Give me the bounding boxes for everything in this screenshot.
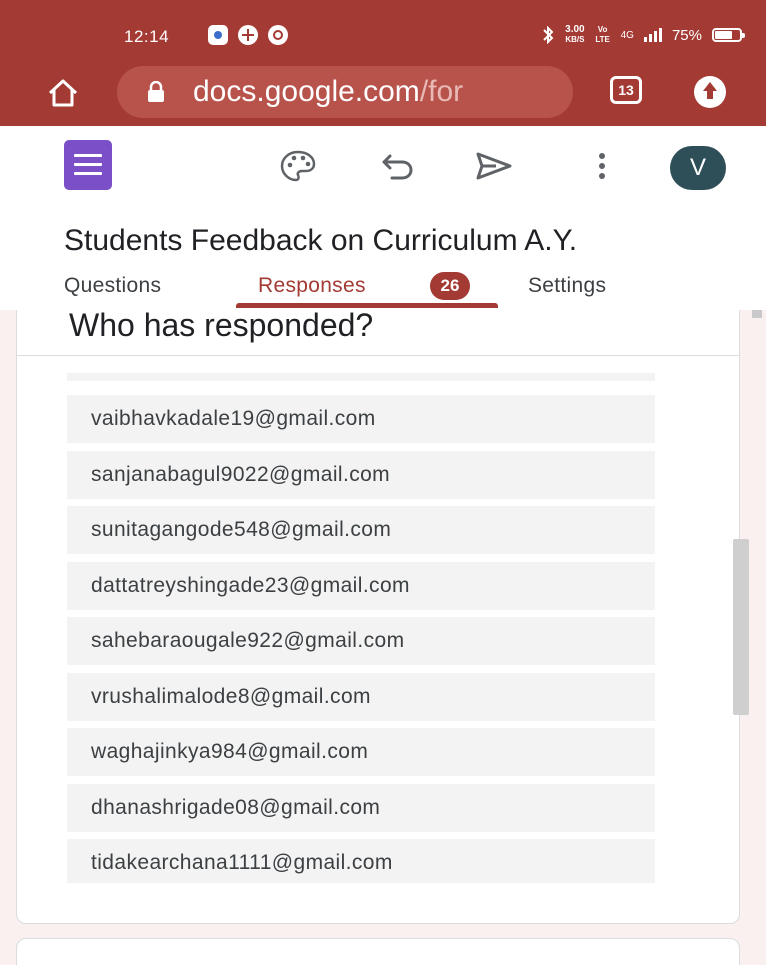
page-scrollbar[interactable] [752,310,762,318]
form-header: Students Feedback on Curriculum A.Y. Que… [0,218,766,310]
responses-content: Who has responded? vaibhavkadale19@gmail… [0,310,766,965]
net-speed-unit: KB/S [565,35,585,44]
battery-icon [712,28,745,42]
avatar[interactable]: V [670,146,726,190]
browser-notification-icon [238,25,258,45]
active-tab-indicator [236,303,498,308]
list-item[interactable]: tidakearchana1111@gmail.com [67,839,655,883]
more-options-icon[interactable] [582,148,622,184]
status-time: 12:14 [124,27,170,46]
respondents-card: Who has responded? vaibhavkadale19@gmail… [16,310,749,924]
net-speed-indicator: 3.00 KB/S [565,25,584,45]
undo-icon[interactable] [378,148,418,184]
browser-chrome: 12:14 3.00 KB/S Vo LTE 4G 75% docs.googl… [0,0,766,126]
form-title: Students Feedback on Curriculum A.Y. [64,224,578,257]
list-item[interactable]: dattatreyshingade23@gmail.com [67,561,655,610]
tab-questions[interactable]: Questions [64,274,161,298]
network-type: 4G [620,29,634,41]
logo-line [74,172,102,175]
signal-icon [643,28,662,42]
card-divider [17,355,739,356]
browser-bar: docs.google.com/for 13 [0,62,766,126]
tab-switcher-button[interactable]: 13 [610,76,642,104]
list-item[interactable]: sahebaraougale922@gmail.com [67,617,655,665]
status-bar: 12:14 3.00 KB/S Vo LTE 4G 75% [0,0,766,62]
status-indicators: 3.00 KB/S Vo LTE 4G 75% [541,25,745,45]
volte-indicator: Vo LTE [595,25,610,44]
url-path: /for [419,75,464,108]
lock-icon [148,81,164,102]
list-scrollbar[interactable] [733,539,749,715]
logo-line [74,163,102,166]
url-domain: docs.google.com [193,75,420,108]
form-tabs: Questions Responses 26 Settings [0,272,766,310]
list-item[interactable]: vaibhavkadale19@gmail.com [67,395,655,443]
update-icon[interactable] [694,76,726,108]
respondents-list[interactable]: vaibhavkadale19@gmail.com sanjanabagul902… [67,373,655,883]
respondents-heading: Who has responded? [69,310,374,343]
app-notification-icon [208,25,228,45]
logo-line [74,154,102,157]
google-forms-logo-icon[interactable] [64,140,112,190]
list-item[interactable]: vrushalimalode8@gmail.com [67,672,655,721]
send-icon[interactable] [474,148,514,184]
address-bar[interactable]: docs.google.com/for [117,66,573,118]
notification-icons [208,25,288,45]
list-item[interactable]: waghajinkya984@gmail.com [67,728,655,776]
list-item[interactable]: dhanashrigade08@gmail.com [67,783,655,832]
url-text: docs.google.com/for [193,75,463,109]
net-speed-value: 3.00 [565,24,585,35]
list-item-partial [67,373,655,381]
list-item[interactable]: sanjanabagul9022@gmail.com [67,450,655,499]
tab-settings[interactable]: Settings [528,274,606,298]
responses-count-badge: 26 [430,272,470,300]
vpn-notification-icon [268,25,288,45]
forms-toolbar: V [0,126,766,218]
battery-percent: 75% [671,26,702,44]
bluetooth-icon [543,26,554,44]
tab-responses[interactable]: Responses [258,274,366,298]
home-icon[interactable] [46,76,80,110]
next-card [16,938,740,965]
palette-icon[interactable] [278,148,318,184]
list-item[interactable]: sunitagangode548@gmail.com [67,506,655,554]
